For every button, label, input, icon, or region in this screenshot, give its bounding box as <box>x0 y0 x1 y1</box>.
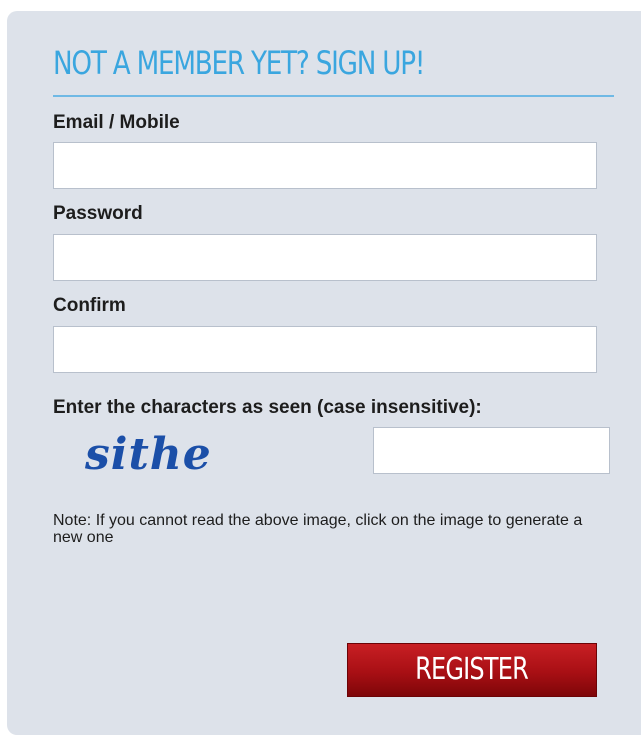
heading-divider <box>53 95 614 97</box>
password-label: Password <box>53 203 143 224</box>
signup-heading: NOT A MEMBER YET? SIGN UP! <box>53 44 425 82</box>
email-field[interactable] <box>53 142 597 189</box>
email-label: Email / Mobile <box>53 112 180 133</box>
password-field[interactable] <box>53 234 597 281</box>
confirm-password-field[interactable] <box>53 326 597 373</box>
signup-panel: NOT A MEMBER YET? SIGN UP! Email / Mobil… <box>7 11 641 735</box>
captcha-label: Enter the characters as seen (case insen… <box>53 397 482 418</box>
register-button-label: REGISTER <box>415 652 530 687</box>
captcha-note: Note: If you cannot read the above image… <box>53 512 583 546</box>
captcha-image[interactable]: sithe <box>85 425 255 485</box>
register-button[interactable]: REGISTER <box>347 643 597 697</box>
captcha-input[interactable] <box>373 427 610 474</box>
confirm-label: Confirm <box>53 295 126 316</box>
